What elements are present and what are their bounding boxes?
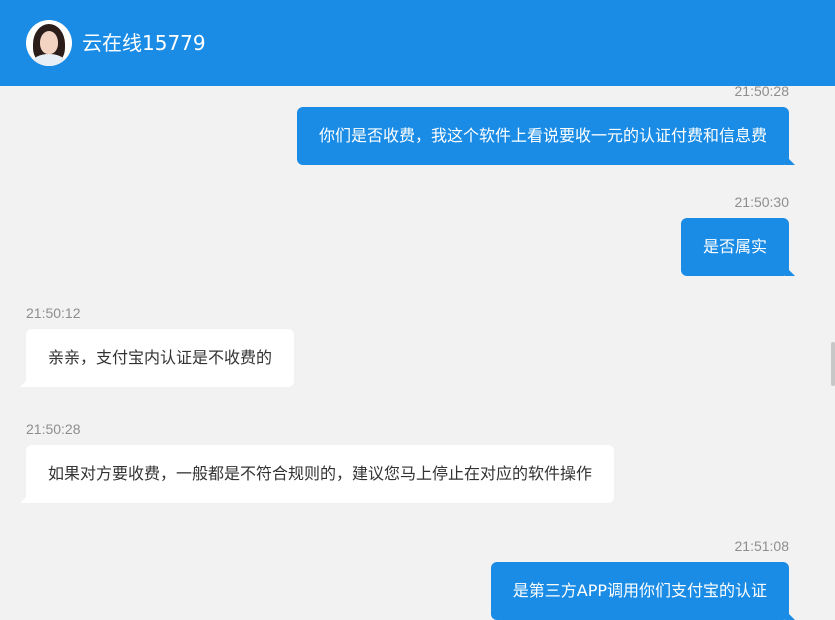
avatar-face: [40, 31, 58, 54]
chat-header: 云在线15779: [0, 0, 835, 86]
contact-name: 云在线15779: [82, 31, 206, 55]
message-timestamp: 21:50:28: [26, 421, 81, 437]
message-timestamp: 21:50:28: [734, 83, 790, 99]
received-message-bubble[interactable]: 如果对方要收费，一般都是不符合规则的，建议您马上停止在对应的软件操作: [19, 445, 615, 503]
message-timestamp: 21:50:12: [26, 305, 81, 321]
message-list[interactable]: 21:50:28 你们是否收费，我这个软件上看说要收一元的认证付费和信息费 21…: [0, 83, 835, 620]
sent-message-bubble[interactable]: 是否属实: [680, 218, 796, 276]
avatar[interactable]: [26, 20, 72, 66]
sent-message-bubble[interactable]: 是第三方APP调用你们支付宝的认证: [490, 562, 796, 620]
received-message-bubble[interactable]: 亲亲，支付宝内认证是不收费的: [19, 329, 295, 387]
avatar-shoulder: [32, 54, 66, 66]
sent-message-bubble[interactable]: 你们是否收费，我这个软件上看说要收一元的认证付费和信息费: [296, 107, 796, 165]
scrollbar-thumb[interactable]: [831, 342, 835, 386]
message-timestamp: 21:51:08: [734, 538, 790, 554]
message-timestamp: 21:50:30: [734, 194, 790, 210]
